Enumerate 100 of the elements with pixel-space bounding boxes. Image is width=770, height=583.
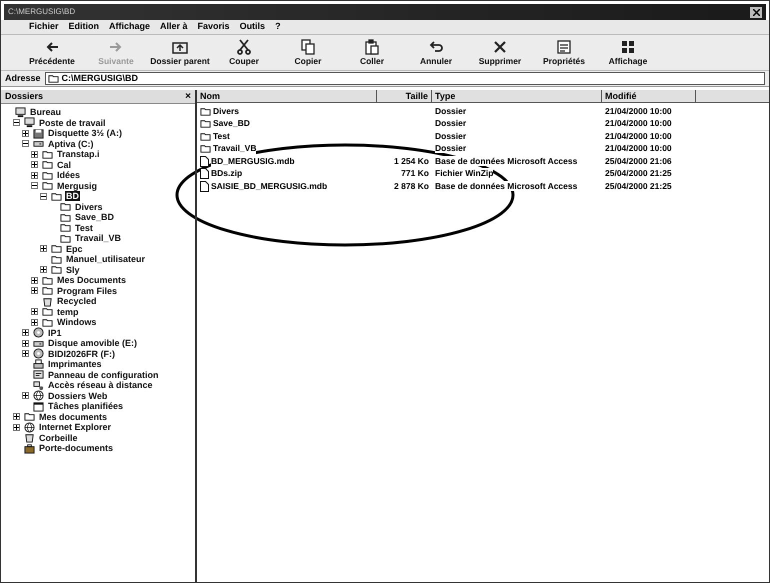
close-icon[interactable]: [750, 6, 762, 18]
toolbar-button[interactable]: Propriétés: [533, 39, 595, 68]
folder-icon: [200, 130, 211, 142]
tree-item[interactable]: Recycled: [56, 296, 98, 306]
menu-item[interactable]: Edition: [68, 20, 100, 34]
tree-item[interactable]: Program Files: [56, 286, 118, 296]
expand-toggle[interactable]: [31, 318, 38, 326]
tree-item[interactable]: Imprimantes: [47, 359, 103, 370]
pane-title: Dossiers: [5, 90, 44, 103]
folder-icon: [60, 201, 71, 212]
expand-toggle[interactable]: [13, 424, 20, 431]
toolbar-button[interactable]: Supprimer: [469, 39, 531, 68]
expand-toggle[interactable]: [31, 172, 38, 179]
network-icon: [33, 380, 44, 391]
tree-item[interactable]: Divers: [74, 202, 104, 212]
tree-item[interactable]: Disquette 3½ (A:): [47, 128, 124, 138]
file-name[interactable]: Travail_VB: [213, 142, 256, 156]
expand-toggle[interactable]: [22, 392, 29, 400]
drive-icon: [33, 138, 44, 150]
tree-item[interactable]: Mes documents: [38, 412, 108, 422]
tree-item[interactable]: Porte-documents: [38, 443, 114, 454]
expand-toggle[interactable]: [22, 350, 29, 358]
tree-item[interactable]: Sly: [65, 264, 81, 275]
menu-item[interactable]: Aller à: [160, 20, 188, 34]
expand-toggle[interactable]: [31, 308, 38, 316]
calendar-icon: [33, 400, 44, 412]
folder-icon: [42, 274, 53, 286]
menu-item[interactable]: Affichage: [109, 20, 150, 34]
file-name[interactable]: BD_MERGUSIG.mdb: [211, 154, 295, 168]
toolbar-button[interactable]: Précédente: [21, 39, 83, 68]
collapse-toggle[interactable]: [13, 119, 20, 126]
tree-item[interactable]: Transtap.i: [56, 149, 101, 160]
tree-item[interactable]: Travail_VB: [74, 233, 122, 244]
tree-item[interactable]: IP1: [47, 328, 63, 338]
tree-item[interactable]: Mergusig: [56, 180, 98, 191]
expand-toggle[interactable]: [31, 287, 38, 294]
column-header[interactable]: Taille: [377, 90, 432, 102]
tree-item[interactable]: BD: [65, 191, 80, 202]
menu-item[interactable]: Favoris: [198, 20, 230, 34]
recycle-bin-icon: [24, 432, 35, 444]
tree-item[interactable]: Cal: [56, 160, 72, 170]
address-field[interactable]: C:\MERGUSIG\BD: [44, 72, 765, 85]
table-cell: Dossier: [435, 118, 466, 128]
folder-icon: [51, 254, 62, 265]
expand-toggle[interactable]: [31, 161, 38, 168]
tree-item[interactable]: Epc: [65, 244, 84, 254]
tree-item[interactable]: Internet Explorer: [38, 422, 112, 432]
column-header[interactable]: Nom: [197, 90, 377, 102]
tree-item[interactable]: Manuel_utilisateur: [65, 254, 146, 264]
tree-item[interactable]: Disque amovible (E:): [47, 338, 138, 348]
expand-toggle[interactable]: [22, 340, 29, 347]
tree-item[interactable]: Save_BD: [74, 212, 116, 222]
expand-toggle[interactable]: [31, 150, 38, 158]
folder-icon: [42, 285, 53, 296]
tree-item[interactable]: Tâches planifiées: [47, 401, 124, 412]
toolbar-button[interactable]: Annuler: [405, 39, 467, 68]
menu-item[interactable]: ?: [275, 20, 281, 34]
file-name[interactable]: SAISIE_BD_MERGUSIG.mdb: [211, 180, 328, 193]
expand-toggle[interactable]: [31, 276, 38, 284]
expand-toggle[interactable]: [22, 130, 29, 137]
collapse-toggle[interactable]: [31, 182, 38, 190]
table-cell: Dossier: [435, 106, 466, 116]
expand-toggle[interactable]: [40, 266, 47, 274]
printer-icon: [33, 358, 44, 370]
expand-toggle[interactable]: [13, 413, 20, 420]
tree-item[interactable]: Accès réseau à distance: [47, 380, 154, 390]
folder-icon: [48, 73, 59, 84]
tree-item[interactable]: Dossiers Web: [47, 390, 108, 401]
folder-icon: [51, 190, 62, 202]
menu-item[interactable]: Fichier: [29, 20, 59, 34]
collapse-toggle[interactable]: [40, 192, 47, 200]
tree-item[interactable]: Aptiva (C:): [47, 138, 94, 149]
collapse-toggle[interactable]: [22, 140, 29, 148]
tree-item[interactable]: Panneau de configuration: [47, 370, 160, 380]
close-button[interactable]: ×: [185, 92, 191, 102]
toolbar-button[interactable]: Coller: [341, 39, 403, 68]
tree-item[interactable]: BIDI2026FR (F:): [47, 348, 116, 359]
folder-icon: [60, 222, 71, 234]
column-header[interactable]: Modifié: [602, 90, 696, 102]
menu-item[interactable]: Outils: [240, 20, 266, 34]
tree-item[interactable]: Corbeille: [38, 432, 79, 443]
toolbar-button[interactable]: Affichage: [597, 39, 659, 68]
folder-icon: [42, 170, 53, 181]
toolbar-button[interactable]: Couper: [213, 39, 275, 68]
copy-icon: [300, 39, 316, 56]
expand-toggle[interactable]: [22, 329, 29, 336]
disc-icon: [33, 348, 44, 360]
tree-item[interactable]: temp: [56, 306, 80, 317]
toolbar-button[interactable]: Copier: [277, 39, 339, 68]
tree-item[interactable]: Test: [74, 222, 94, 233]
tree-item[interactable]: Mes Documents: [56, 275, 128, 286]
tree-item[interactable]: Poste de travail: [38, 118, 107, 128]
tree-item[interactable]: Bureau: [29, 107, 62, 118]
tree-item[interactable]: Windows: [56, 317, 98, 328]
expand-toggle[interactable]: [40, 245, 47, 252]
file-name[interactable]: BDs.zip: [211, 167, 242, 180]
column-header[interactable]: Type: [432, 90, 602, 102]
tree-item[interactable]: Idées: [56, 170, 82, 180]
toolbar-button[interactable]: Dossier parent: [149, 39, 211, 68]
file-name[interactable]: Save_BD: [213, 117, 250, 130]
